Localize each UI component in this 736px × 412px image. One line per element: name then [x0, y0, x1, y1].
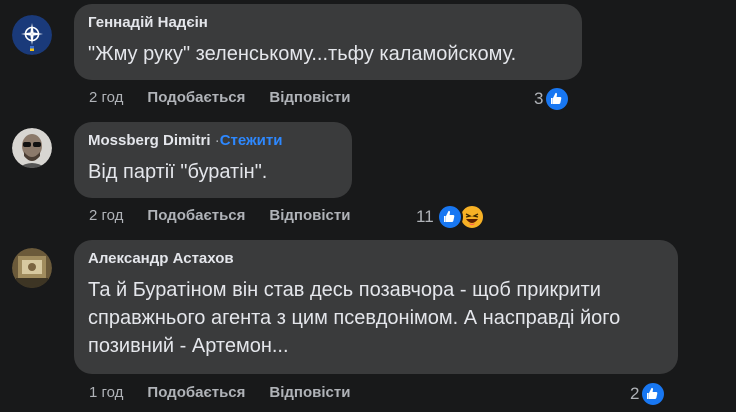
- comment-author[interactable]: Александр Астахов: [88, 249, 664, 269]
- comment-actions: 2 год Подобається Відповісти: [89, 89, 374, 106]
- reactions-summary[interactable]: 11: [416, 204, 485, 230]
- comment-author[interactable]: Mossberg Dimitri: [88, 132, 211, 149]
- comment-text: Від партії "буратін".: [88, 161, 268, 183]
- reactions-summary[interactable]: 2: [630, 381, 667, 407]
- reactions-summary[interactable]: 3: [534, 86, 571, 112]
- comment-timestamp[interactable]: 2 год: [89, 207, 123, 224]
- comment-text: Та й Буратіном він став десь позавчора -…: [88, 279, 621, 357]
- comment-author[interactable]: Геннадій Надєін: [88, 13, 568, 33]
- comment-bubble: Геннадій Надєін "Жму руку" зеленському..…: [74, 4, 582, 80]
- like-button[interactable]: Подобається: [147, 89, 245, 106]
- reaction-count: 11: [416, 207, 434, 226]
- avatar[interactable]: [12, 15, 52, 55]
- follow-link[interactable]: Стежити: [220, 132, 283, 149]
- reply-button[interactable]: Відповісти: [269, 89, 350, 106]
- comment-bubble: Mossberg Dimitri ·Стежити Від партії "бу…: [74, 122, 352, 198]
- reply-button[interactable]: Відповісти: [269, 384, 350, 401]
- avatar[interactable]: [12, 128, 52, 168]
- like-icon: [436, 204, 463, 230]
- user-photo-avatar-image: [12, 248, 52, 288]
- comment-actions: 2 год Подобається Відповісти: [89, 207, 374, 224]
- like-icon: [640, 381, 667, 407]
- comment-actions: 1 год Подобається Відповісти: [89, 384, 374, 401]
- comment-text: "Жму руку" зеленському...тьфу каламойско…: [88, 43, 517, 65]
- like-button[interactable]: Подобається: [147, 384, 245, 401]
- nato-flag-avatar-image: [12, 15, 52, 55]
- reply-button[interactable]: Відповісти: [269, 207, 350, 224]
- comment-bubble: Александр Астахов Та й Буратіном він ста…: [74, 240, 678, 374]
- comment-author-line: Mossberg Dimitri ·Стежити: [88, 131, 338, 151]
- reaction-count: 3: [534, 89, 544, 108]
- comment-timestamp[interactable]: 1 год: [89, 384, 123, 401]
- like-icon: [544, 86, 571, 112]
- like-button[interactable]: Подобається: [147, 207, 245, 224]
- comment-timestamp[interactable]: 2 год: [89, 89, 123, 106]
- reaction-count: 2: [630, 384, 640, 403]
- user-photo-avatar-image: [12, 128, 52, 168]
- avatar[interactable]: [12, 248, 52, 288]
